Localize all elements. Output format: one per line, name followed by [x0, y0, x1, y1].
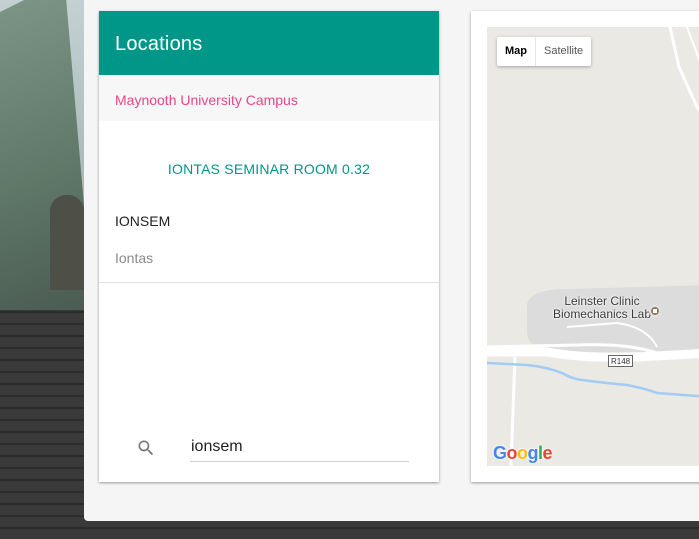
- google-logo-letter: g: [527, 443, 539, 463]
- map-type-control: Map Satellite: [497, 37, 592, 66]
- locations-header: Locations: [99, 11, 439, 75]
- road-shield: R148: [608, 355, 634, 367]
- map-view[interactable]: Map Satellite Leinster Clinic Biomechani…: [487, 27, 699, 466]
- map-type-map-button[interactable]: Map: [497, 37, 535, 66]
- google-logo-letter: o: [506, 443, 518, 463]
- google-logo-letter: G: [493, 443, 507, 463]
- locations-card: Locations Maynooth University Campus ION…: [99, 11, 439, 482]
- poi-marker-icon[interactable]: [649, 305, 661, 317]
- room-code: IONSEM: [115, 213, 171, 229]
- place-label[interactable]: Leinster Clinic Biomechanics Lab: [537, 295, 667, 321]
- locations-title: Locations: [115, 33, 203, 55]
- background-window: [50, 195, 84, 290]
- campus-selector[interactable]: Maynooth University Campus: [99, 75, 439, 121]
- north-road-2: [686, 27, 699, 62]
- river: [487, 361, 699, 398]
- map-card: Map Satellite Leinster Clinic Biomechani…: [471, 11, 699, 482]
- search-input[interactable]: [190, 437, 409, 462]
- place-label-line2: Biomechanics Lab: [552, 307, 652, 321]
- search-icon[interactable]: [136, 438, 156, 458]
- room-title: IONTAS SEMINAR ROOM 0.32: [167, 161, 371, 177]
- room-building: Iontas: [115, 250, 154, 266]
- google-logo: Google: [493, 443, 553, 464]
- google-logo-letter: e: [542, 443, 553, 463]
- divider: [99, 282, 439, 283]
- campus-label: Maynooth University Campus: [115, 92, 298, 108]
- google-logo-letter: o: [517, 443, 528, 463]
- map-type-satellite-button[interactable]: Satellite: [536, 37, 591, 66]
- search-bar: [99, 431, 439, 471]
- north-road: [668, 27, 699, 112]
- main-road: [487, 347, 699, 362]
- map-canvas: [487, 27, 699, 466]
